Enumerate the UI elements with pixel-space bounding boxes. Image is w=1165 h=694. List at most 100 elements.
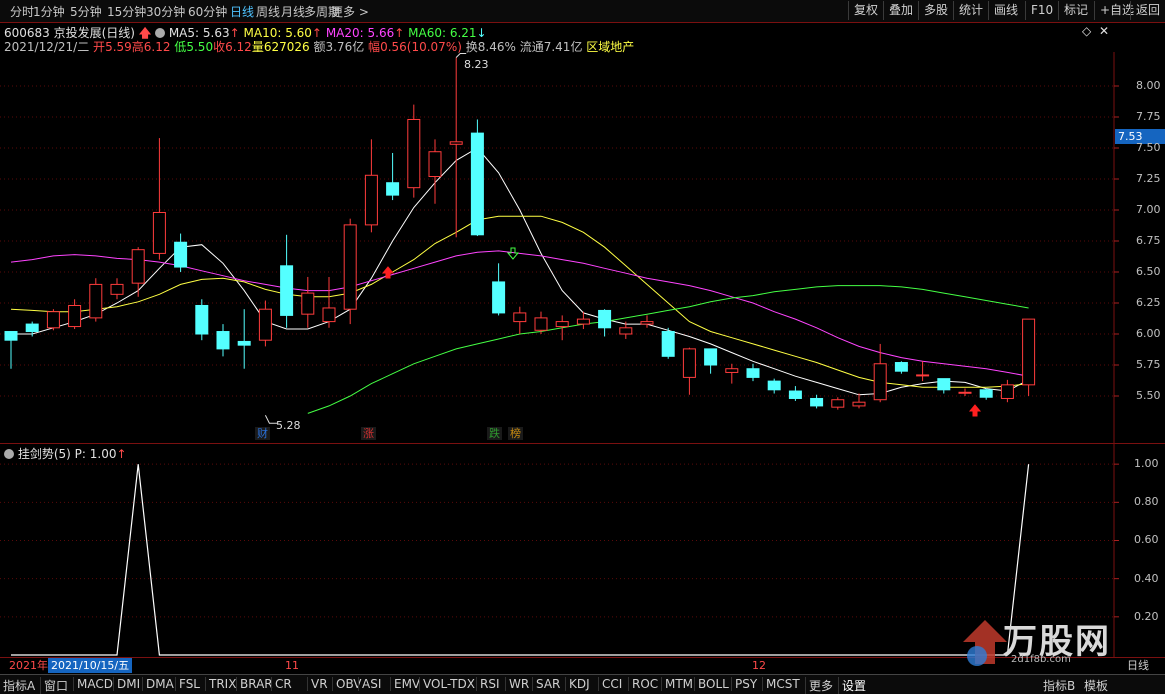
candle[interactable] <box>704 348 718 374</box>
candle[interactable] <box>640 315 654 328</box>
indicator-tab-bar: 指标A 窗口 MACD DMI DMA FSL TRIX BRAR CR VR OBV ASI EMV V… <box>0 674 1165 694</box>
candle[interactable] <box>110 278 124 300</box>
indicator-tab-13[interactable]: WR <box>505 677 529 691</box>
toolbar-button-1[interactable]: 叠加 <box>883 1 918 20</box>
period-tab-6[interactable]: 日线 <box>230 3 254 20</box>
tab-window[interactable]: 窗口 <box>40 677 68 694</box>
period-tab-0[interactable]: 分时 <box>10 3 34 20</box>
toolbar-button-5[interactable]: F10 <box>1025 1 1058 20</box>
candle[interactable] <box>258 300 272 347</box>
candle[interactable] <box>131 247 145 297</box>
tab-template[interactable]: 模板 <box>1084 677 1108 694</box>
indicator-tab-14[interactable]: SAR <box>532 677 560 691</box>
indicator-tab-11[interactable]: VOL-TDX <box>419 677 475 691</box>
candle[interactable] <box>767 378 781 394</box>
period-tab-5[interactable]: 60分钟 <box>188 3 227 20</box>
candle[interactable] <box>386 152 400 201</box>
candle[interactable] <box>492 263 506 316</box>
indicator-tab-18[interactable]: MTM <box>661 677 693 691</box>
period-tab-4[interactable]: 30分钟 <box>146 3 185 20</box>
candle[interactable] <box>364 139 378 233</box>
period-tab-2[interactable]: 5分钟 <box>70 3 102 20</box>
candle[interactable] <box>343 218 357 325</box>
candle[interactable] <box>46 309 60 331</box>
event-tag-2[interactable]: 跌 <box>487 427 502 440</box>
candle[interactable] <box>682 347 696 395</box>
indicator-tab-19[interactable]: BOLL <box>694 677 729 691</box>
candle[interactable] <box>280 234 294 328</box>
indicator-tab-10[interactable]: EMV <box>390 677 420 691</box>
candle[interactable] <box>195 299 209 341</box>
indicator-tab-7[interactable]: VR <box>307 677 328 691</box>
period-tab-10[interactable]: 更多 > <box>331 3 369 20</box>
indicator-tab-21[interactable]: MCST <box>762 677 800 691</box>
indicator-tab-5[interactable]: BRAR <box>236 677 273 691</box>
indicator-tab-23[interactable]: 设置 <box>838 677 866 694</box>
candle[interactable] <box>513 306 527 334</box>
candle[interactable] <box>725 363 739 384</box>
candle[interactable] <box>1000 379 1014 403</box>
candle[interactable] <box>216 324 230 357</box>
candle[interactable] <box>979 388 993 400</box>
tab-indicator-b[interactable]: 指标B <box>1043 677 1075 694</box>
candle[interactable] <box>428 139 442 204</box>
candle[interactable] <box>894 361 908 374</box>
candle[interactable] <box>470 119 484 237</box>
indicator-tab-20[interactable]: PSY <box>731 677 757 691</box>
candle[interactable] <box>174 233 188 272</box>
diamond-icon[interactable]: ◇ <box>1082 24 1091 38</box>
event-tag-0[interactable]: 财 <box>255 427 270 440</box>
indicator-tab-6[interactable]: CR <box>271 677 292 691</box>
dropdown-circle-icon[interactable] <box>155 28 165 38</box>
toolbar-button-2[interactable]: 多股 <box>918 1 953 20</box>
tab-indicator-a[interactable]: 指标A <box>3 677 35 694</box>
period-tab-1[interactable]: 1分钟 <box>33 3 65 20</box>
candle[interactable] <box>852 393 866 409</box>
candle[interactable] <box>958 388 972 396</box>
candle[interactable] <box>831 397 845 410</box>
y-tick-label: 7.00 <box>1136 203 1161 216</box>
candle[interactable] <box>322 276 336 328</box>
indicator-tab-1[interactable]: DMI <box>113 677 140 691</box>
period-tab-7[interactable]: 周线 <box>256 3 280 20</box>
indicator-tab-15[interactable]: KDJ <box>565 677 590 691</box>
candle[interactable] <box>916 361 930 382</box>
candle[interactable] <box>1022 318 1036 396</box>
candle[interactable] <box>937 378 951 394</box>
candlestick-chart[interactable] <box>0 52 1165 444</box>
candle[interactable] <box>598 309 612 337</box>
candle[interactable] <box>237 309 251 369</box>
candle[interactable] <box>746 363 760 382</box>
toolbar-button-3[interactable]: 统计 <box>953 1 988 20</box>
candle[interactable] <box>661 327 675 359</box>
candle[interactable] <box>788 386 802 401</box>
candle[interactable] <box>4 331 18 369</box>
period-tab-3[interactable]: 15分钟 <box>107 3 146 20</box>
candle[interactable] <box>534 311 548 334</box>
indicator-tab-16[interactable]: CCI <box>598 677 622 691</box>
toolbar-button-6[interactable]: 标记 <box>1058 1 1093 20</box>
toolbar-button-0[interactable]: 复权 <box>848 1 883 20</box>
toolbar-button-4[interactable]: 画线 <box>988 1 1023 20</box>
close-icon[interactable]: ✕ <box>1099 24 1109 38</box>
indicator-tab-22[interactable]: 更多 <box>805 677 833 694</box>
candle[interactable] <box>152 138 166 260</box>
candle[interactable] <box>301 276 315 328</box>
event-tag-3[interactable]: 榜 <box>508 427 523 440</box>
event-tag-1[interactable]: 涨 <box>361 427 376 440</box>
indicator-tab-2[interactable]: DMA <box>142 677 174 691</box>
candle[interactable] <box>68 299 82 330</box>
indicator-tab-9[interactable]: ASI <box>358 677 381 691</box>
candle[interactable] <box>407 104 421 198</box>
candle[interactable] <box>810 394 824 409</box>
toolbar-button-8[interactable]: 返回 <box>1130 1 1165 20</box>
period-tab-8[interactable]: 月线 <box>281 3 305 20</box>
indicator-tab-12[interactable]: RSI <box>476 677 500 691</box>
candle[interactable] <box>873 343 887 403</box>
indicator-tab-4[interactable]: TRIX <box>205 677 236 691</box>
indicator-tab-3[interactable]: FSL <box>175 677 200 691</box>
candle[interactable] <box>89 278 103 322</box>
candle[interactable] <box>555 315 569 341</box>
indicator-tab-17[interactable]: ROC <box>628 677 658 691</box>
indicator-tab-0[interactable]: MACD <box>73 677 113 691</box>
